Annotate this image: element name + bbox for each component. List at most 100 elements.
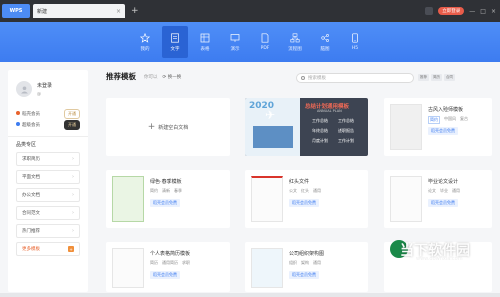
user-panel[interactable]: 未登录 @ xyxy=(8,70,88,108)
template-title: 个人表格简历模板 xyxy=(150,251,191,257)
close-icon[interactable]: × xyxy=(116,8,121,15)
page-title: 推荐模板 xyxy=(106,72,136,81)
category-item[interactable]: 求职简历 › xyxy=(16,152,80,166)
vip-free-badge[interactable]: 稻壳会员免费 xyxy=(289,199,319,207)
template-card[interactable]: 红头文件 公文 红头 通用 稻壳会员免费 xyxy=(245,170,368,228)
vip-free-badge[interactable]: 稻壳会员免费 xyxy=(150,271,180,279)
category-item[interactable]: 办公文档 › xyxy=(16,188,80,202)
filter-chip[interactable]: 推荐 xyxy=(418,74,429,81)
chevron-right-icon: › xyxy=(72,210,74,216)
banner-grid-item: 工作计划 xyxy=(338,138,354,143)
app-logo[interactable]: WPS xyxy=(2,4,30,18)
member-row-super: 超级会员 开通 xyxy=(8,119,88,130)
super-member-icon xyxy=(16,122,20,126)
template-search-input[interactable]: 搜索模板 xyxy=(296,73,414,83)
document-icon xyxy=(171,32,179,43)
ribbon-item-mine[interactable]: 我的 xyxy=(132,26,158,58)
open-docer-button[interactable]: 开通 xyxy=(64,108,80,119)
category-label: 平面文档 xyxy=(22,175,40,180)
left-sidebar: 未登录 @ 稻壳会员 开通 超级会员 开通 品类专区 求职简历 › 平面文档 › 办… xyxy=(8,70,88,292)
more-label: 更多模板 xyxy=(22,247,40,252)
member-label: 稻壳会员 xyxy=(22,111,40,117)
template-card[interactable]: 绿色·春季模板 简约 清新 春季 稻壳会员免费 xyxy=(106,170,230,228)
template-card[interactable]: 古风入殓师模板 简约 中国风 复古 稻壳会员免费 xyxy=(384,98,492,156)
template-title: 红头文件 xyxy=(289,179,310,185)
user-icon xyxy=(20,85,28,94)
ribbon-item-writer[interactable]: 文字 xyxy=(162,26,188,58)
avatar[interactable] xyxy=(16,81,32,97)
category-item[interactable]: 热门推荐 › xyxy=(16,224,80,238)
banner-block xyxy=(253,126,293,148)
template-thumbnail xyxy=(112,248,144,288)
table-icon xyxy=(200,33,210,42)
filter-chip[interactable]: 合同 xyxy=(444,74,455,81)
vip-free-badge[interactable]: 稻壳会员免费 xyxy=(150,199,180,207)
template-card[interactable]: 个人表格简历模板 简历 通用简历 求职 稻壳会员免费 xyxy=(106,242,230,292)
ribbon-item-h5[interactable]: H5 xyxy=(342,26,368,58)
template-tag: 中国风 xyxy=(444,116,456,121)
template-card[interactable]: 公司组织架构图 组织 架构 通用 稻壳会员免费 xyxy=(245,242,368,292)
vip-free-badge[interactable]: 稻壳会员免费 xyxy=(428,127,458,135)
maximize-icon[interactable]: □ xyxy=(480,8,486,15)
window-close-icon[interactable]: × xyxy=(491,8,496,15)
template-tags: 简约 中国风 复古 xyxy=(428,116,468,124)
ribbon-label: 表格 xyxy=(200,46,210,52)
filter-chip[interactable]: 简历 xyxy=(431,74,442,81)
template-tag: 春季 xyxy=(174,188,182,193)
template-tag: 通用简历 xyxy=(162,260,178,265)
ribbon-label: 流程图 xyxy=(288,46,302,52)
template-tag: 清新 xyxy=(162,188,170,193)
category-item[interactable]: 平面文档 › xyxy=(16,170,80,184)
template-thumbnail xyxy=(390,104,422,150)
template-tag: 简历 xyxy=(150,260,158,265)
ribbon-item-spreadsheet[interactable]: 表格 xyxy=(192,26,218,58)
banner-grid-item: 工作总结 xyxy=(312,118,328,123)
template-title: 绿色·春季模板 xyxy=(150,179,182,185)
template-tag: 论文 xyxy=(428,188,436,193)
user-subtext: @ xyxy=(37,91,41,96)
banner-image: 2020 ✈ xyxy=(245,98,300,156)
user-name[interactable]: 未登录 xyxy=(37,82,52,89)
horizontal-scrollbar[interactable] xyxy=(0,293,500,297)
template-tags: 组织 架构 通用 xyxy=(289,260,321,266)
ribbon-item-flowchart[interactable]: 流程图 xyxy=(282,26,308,58)
category-section-title: 品类专区 xyxy=(16,142,37,148)
more-templates-item[interactable]: 更多模板 + xyxy=(16,242,80,256)
search-placeholder: 搜索模板 xyxy=(308,76,326,81)
app-ribbon: 我的 文字 表格 演示 PDF 流程图 脑图 H5 xyxy=(0,22,500,62)
tab-new-document[interactable]: 新建 × xyxy=(33,4,125,18)
vip-free-badge[interactable]: 稻壳会员免费 xyxy=(428,199,458,207)
star-icon xyxy=(140,32,150,43)
ribbon-item-pdf[interactable]: PDF xyxy=(252,26,278,58)
new-badge-icon: + xyxy=(68,246,74,252)
minimize-icon[interactable]: — xyxy=(469,8,475,15)
skin-icon[interactable] xyxy=(425,7,434,15)
template-tag: 红头 xyxy=(301,188,309,193)
promo-banner[interactable]: 2020 ✈ 总结计划通用模板 ANNUAL PLAN 工作总结 工作总结 年终… xyxy=(245,98,368,156)
banner-grid-item: 述职报告 xyxy=(338,128,354,133)
title-bar: WPS 新建 × + 立即登录 — □ × xyxy=(0,0,500,22)
template-title: 毕业论文设计 xyxy=(428,179,459,185)
add-tab-button[interactable]: + xyxy=(131,6,139,16)
category-item[interactable]: 合同范文 › xyxy=(16,206,80,220)
category-label: 求职简历 xyxy=(22,157,40,162)
h5-icon xyxy=(352,33,358,43)
category-label: 热门推荐 xyxy=(22,229,40,234)
swap-button[interactable]: ⟳ 换一换 xyxy=(163,74,182,80)
template-tag: 通用 xyxy=(313,260,321,265)
new-blank-document-card[interactable]: + 新建空白文档 xyxy=(106,98,230,156)
watermark-url: www.downxia.com xyxy=(416,256,463,262)
login-button[interactable]: 立即登录 xyxy=(438,7,465,15)
ribbon-item-mindmap[interactable]: 脑图 xyxy=(312,26,338,58)
ribbon-item-presentation[interactable]: 演示 xyxy=(222,26,248,58)
template-tags: 公文 红头 通用 xyxy=(289,188,321,194)
ribbon-label: 演示 xyxy=(230,46,240,52)
template-card[interactable]: 毕业论文设计 论文 毕业 通用 稻壳会员免费 xyxy=(384,170,492,228)
banner-grid-item: 月度计划 xyxy=(312,138,328,143)
template-title: 公司组织架构图 xyxy=(289,251,325,257)
flowchart-icon xyxy=(290,33,300,42)
open-super-button[interactable]: 开通 xyxy=(64,119,80,130)
vip-free-badge[interactable]: 稻壳会员免费 xyxy=(289,271,319,279)
chevron-right-icon: › xyxy=(72,156,74,162)
banner-grid-item: 工作总结 xyxy=(338,118,354,123)
